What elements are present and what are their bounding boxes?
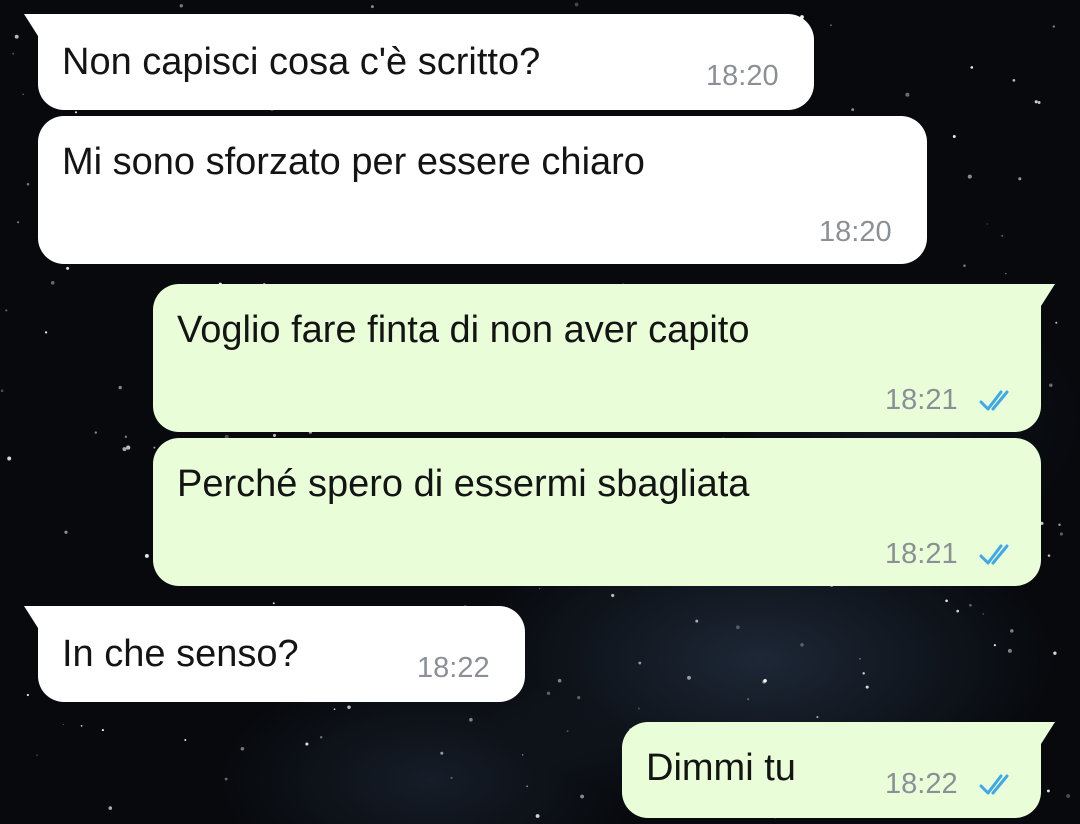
message-text: Dimmi tu: [646, 747, 796, 789]
outgoing-message-bubble[interactable]: Perché spero di essermi sbagliata 18:21: [153, 438, 1041, 586]
incoming-message-bubble[interactable]: Non capisci cosa c'è scritto? 18:20: [24, 14, 814, 110]
message-text: In che senso?: [62, 633, 299, 675]
message-timestamp: 18:21: [885, 538, 958, 570]
message-timestamp: 18:20: [819, 216, 892, 248]
message-text: Voglio fare finta di non aver capito: [177, 309, 750, 351]
message-text: Perché spero di essermi sbagliata: [177, 463, 750, 505]
incoming-message-bubble[interactable]: Mi sono sforzato per essere chiaro 18:20: [38, 116, 927, 264]
message-timestamp: 18:22: [417, 652, 490, 684]
bubble-tail: [24, 606, 38, 628]
outgoing-message-bubble[interactable]: Dimmi tu 18:22: [622, 722, 1055, 818]
message-text: Non capisci cosa c'è scritto?: [62, 41, 541, 83]
double-check-read-icon: [979, 544, 1009, 565]
bubble-tail: [1041, 722, 1055, 744]
double-check-read-icon: [979, 390, 1009, 411]
bubble-tail: [1041, 284, 1055, 306]
message-timestamp: 18:21: [885, 384, 958, 416]
message-timestamp: 18:22: [885, 768, 958, 800]
message-text: Mi sono sforzato per essere chiaro: [62, 141, 645, 183]
incoming-message-bubble[interactable]: In che senso? 18:22: [24, 606, 525, 702]
bubble-tail: [24, 14, 38, 36]
message-timestamp: 18:20: [706, 60, 779, 92]
outgoing-message-bubble[interactable]: Voglio fare finta di non aver capito 18:…: [153, 284, 1055, 432]
double-check-read-icon: [979, 774, 1009, 795]
